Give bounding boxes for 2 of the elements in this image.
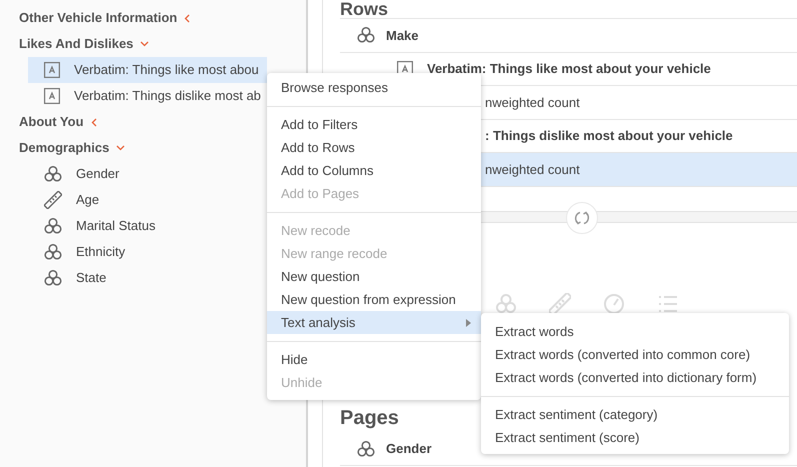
section-heading: Rows <box>339 0 390 18</box>
section-heading: Pages <box>340 406 399 428</box>
